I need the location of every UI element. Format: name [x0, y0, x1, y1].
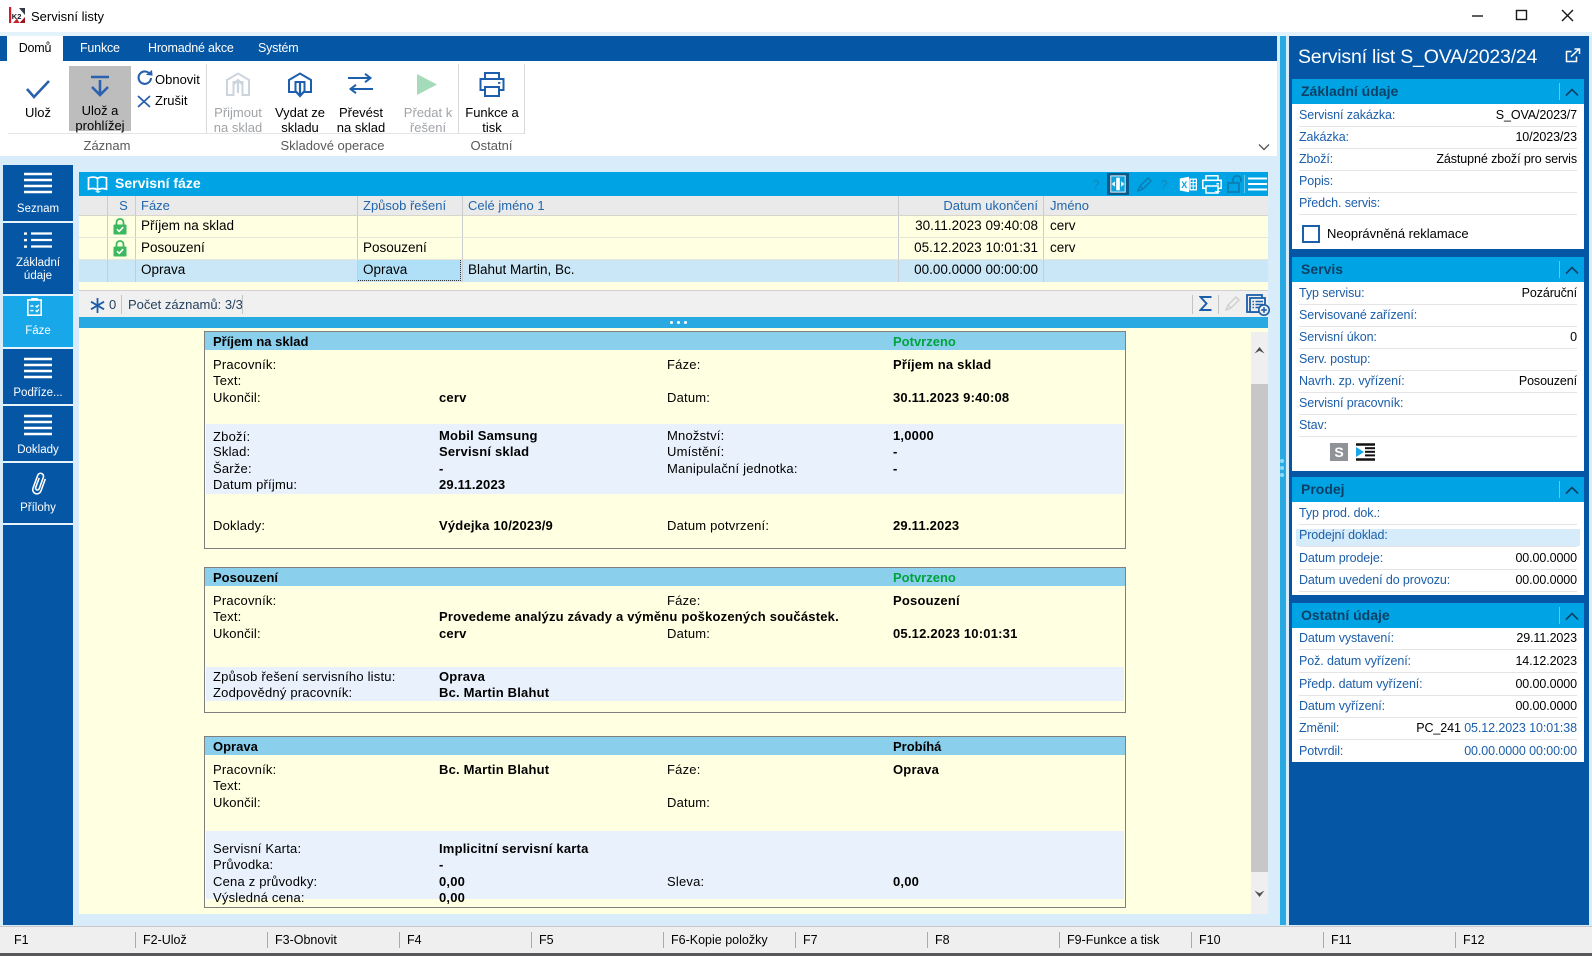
svg-text:X: X: [1181, 180, 1187, 190]
svg-text:K2: K2: [12, 12, 22, 21]
svg-text:?: ?: [1093, 178, 1100, 192]
svg-text:?: ?: [1161, 178, 1168, 192]
